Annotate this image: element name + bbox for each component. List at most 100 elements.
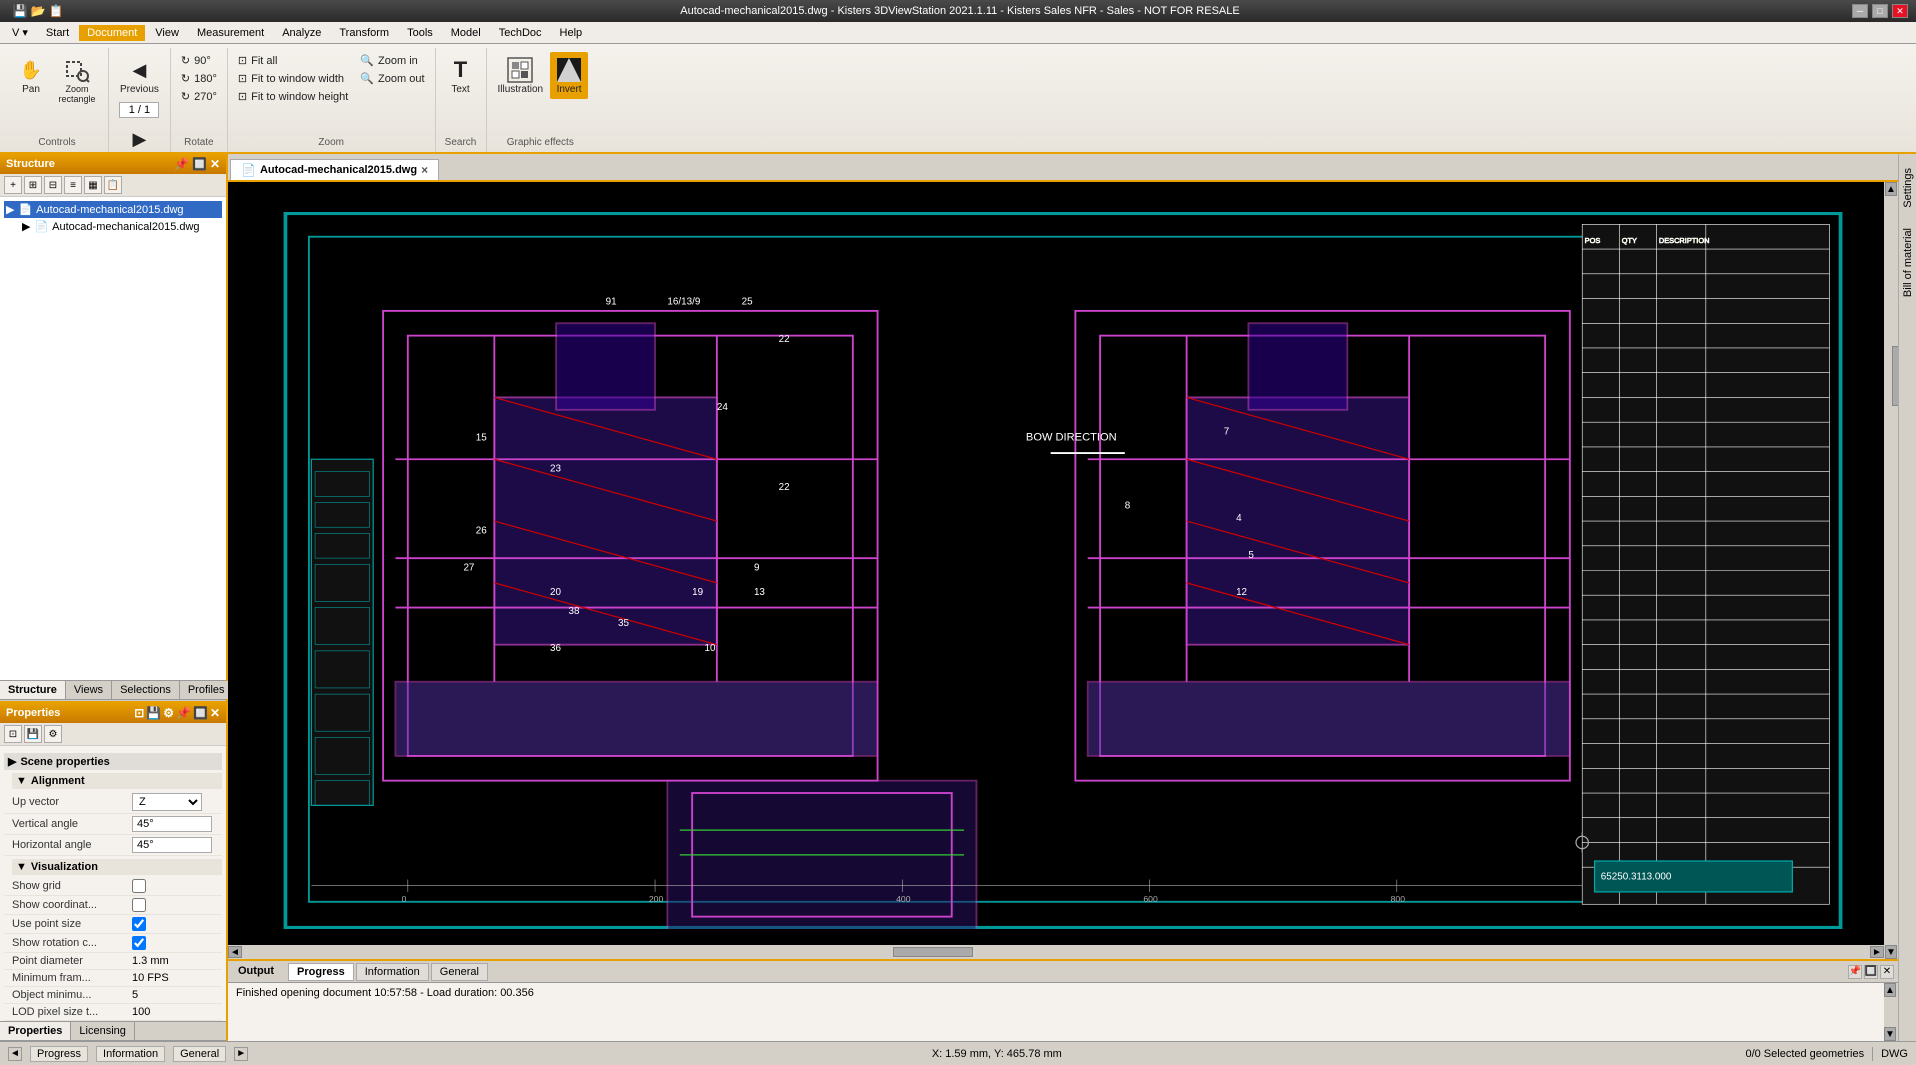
menu-item-start[interactable]: Start: [38, 25, 77, 41]
menu-item-model[interactable]: Model: [443, 25, 489, 41]
output-close-btn[interactable]: ✕: [1880, 965, 1894, 979]
prop-icon-3[interactable]: ⚙: [163, 706, 174, 720]
illustration-button[interactable]: Illustration: [493, 52, 549, 99]
structure-pin-icon[interactable]: 📌: [174, 157, 189, 171]
prop-tb-1[interactable]: ⊡: [4, 725, 22, 743]
tree-item-2[interactable]: ▶ 📄 Autocad-mechanical2015.dwg: [20, 218, 222, 235]
struct-tb-5[interactable]: ▦: [84, 176, 102, 194]
tab-properties[interactable]: Properties: [0, 1022, 71, 1040]
menu-item-transform[interactable]: Transform: [331, 25, 397, 41]
save-icon[interactable]: 💾: [12, 3, 28, 19]
rotate-180-button[interactable]: ↻ 180°: [177, 70, 221, 87]
pan-button[interactable]: ✋ Pan: [12, 52, 50, 99]
vscroll-down-btn[interactable]: ▼: [1885, 945, 1897, 959]
text-search-button[interactable]: T Text: [442, 52, 480, 99]
menu-item-v-▾[interactable]: V ▾: [4, 24, 36, 41]
doc-tab-main[interactable]: 📄 Autocad-mechanical2015.dwg ×: [230, 159, 439, 180]
menu-item-tools[interactable]: Tools: [399, 25, 441, 41]
show-rotation-row: Show rotation c...: [4, 934, 222, 953]
maximize-button[interactable]: □: [1872, 4, 1888, 18]
open-icon[interactable]: 📂: [30, 3, 46, 19]
tab-selections[interactable]: Selections: [112, 681, 180, 699]
right-panel-settings-tab[interactable]: Settings: [1900, 158, 1916, 218]
status-scroll-left[interactable]: ◄: [8, 1047, 22, 1061]
menu-item-view[interactable]: View: [147, 25, 187, 41]
fit-all-button[interactable]: ⊡ Fit all: [234, 52, 352, 69]
previous-button[interactable]: ◀ Previous: [115, 52, 164, 99]
zoom-out-button[interactable]: 🔍 Zoom out: [356, 70, 428, 87]
fit-window-width-button[interactable]: ⊡ Fit to window width: [234, 70, 352, 87]
prop-restore-icon[interactable]: 🔲: [193, 706, 208, 720]
prop-icon-1[interactable]: ⊡: [134, 706, 144, 720]
struct-tb-4[interactable]: ≡: [64, 176, 82, 194]
menu-item-document[interactable]: Document: [79, 25, 145, 41]
viewport-vscroll[interactable]: ▲ ▼: [1884, 182, 1898, 959]
tab-profiles[interactable]: Profiles: [180, 681, 234, 699]
output-restore-btn[interactable]: 🔲: [1864, 965, 1878, 979]
tree-item-1[interactable]: ▶ 📄 Autocad-mechanical2015.dwg: [4, 201, 222, 218]
output-tab-general[interactable]: General: [431, 963, 488, 981]
prop-pin-icon[interactable]: 📌: [176, 706, 191, 720]
doc-tab-close[interactable]: ×: [421, 163, 428, 177]
output-scroll-down[interactable]: ▼: [1884, 1027, 1896, 1041]
show-coord-checkbox[interactable]: [132, 898, 146, 912]
status-information-tab[interactable]: Information: [96, 1046, 165, 1062]
zoom-rectangle-button[interactable]: Zoom rectangle: [52, 52, 102, 108]
menu-item-analyze[interactable]: Analyze: [274, 25, 329, 41]
tab-structure[interactable]: Structure: [0, 681, 66, 699]
output-vscroll[interactable]: ▲ ▼: [1884, 983, 1898, 1041]
minimize-button[interactable]: ─: [1852, 4, 1868, 18]
status-selection: 0/0 Selected geometries: [1745, 1048, 1864, 1060]
prop-close-icon[interactable]: ✕: [210, 706, 220, 720]
menu-item-measurement[interactable]: Measurement: [189, 25, 272, 41]
hscroll-left-btn[interactable]: ◄: [228, 946, 242, 958]
scene-properties-header[interactable]: ▶ Scene properties: [4, 753, 222, 770]
menu-item-help[interactable]: Help: [552, 25, 591, 41]
use-point-checkbox[interactable]: [132, 917, 146, 931]
close-button[interactable]: ✕: [1892, 4, 1908, 18]
struct-tb-6[interactable]: 📋: [104, 176, 122, 194]
prop-icon-2[interactable]: 💾: [146, 706, 161, 720]
tree-expand-2[interactable]: ▶: [22, 220, 30, 233]
prop-tb-3[interactable]: ⚙: [44, 725, 62, 743]
horizontal-angle-input[interactable]: [132, 837, 212, 853]
right-panel-bom-tab[interactable]: Bill of material: [1900, 218, 1916, 307]
structure-restore-icon[interactable]: 🔲: [192, 157, 207, 171]
tree-expand-1[interactable]: ▶: [6, 203, 14, 216]
tab-views[interactable]: Views: [66, 681, 112, 699]
menu-item-techdoc[interactable]: TechDoc: [491, 25, 550, 41]
output-tab-progress[interactable]: Progress: [288, 963, 354, 981]
rotate-270-button[interactable]: ↻ 270°: [177, 88, 221, 105]
viewport[interactable]: POS QTY DESCRIPTION 91 16/13/9 25 22 24 …: [228, 182, 1898, 959]
show-grid-checkbox[interactable]: [132, 879, 146, 893]
status-scroll-right[interactable]: ►: [234, 1047, 248, 1061]
output-scroll-up[interactable]: ▲: [1884, 983, 1896, 997]
up-vector-select[interactable]: Z: [132, 793, 202, 811]
svg-text:0: 0: [402, 894, 407, 904]
struct-tb-2[interactable]: ⊞: [24, 176, 42, 194]
horizontal-angle-row: Horizontal angle: [4, 835, 222, 856]
hscroll-right-btn[interactable]: ►: [1870, 946, 1884, 958]
output-tab-information[interactable]: Information: [356, 963, 429, 981]
struct-tb-1[interactable]: +: [4, 176, 22, 194]
rotate-90-button[interactable]: ↻ 90°: [177, 52, 221, 69]
vscroll-up-btn[interactable]: ▲: [1885, 182, 1897, 196]
vertical-angle-input[interactable]: [132, 816, 212, 832]
show-rotation-checkbox[interactable]: [132, 936, 146, 950]
hscroll-thumb[interactable]: [893, 947, 973, 957]
zoom-in-button[interactable]: 🔍 Zoom in: [356, 52, 428, 69]
tab-licensing[interactable]: Licensing: [71, 1022, 134, 1040]
vscroll-thumb[interactable]: [1892, 346, 1898, 406]
invert-button[interactable]: Invert: [550, 52, 588, 99]
struct-tb-3[interactable]: ⊟: [44, 176, 62, 194]
status-general-tab[interactable]: General: [173, 1046, 226, 1062]
status-progress-tab[interactable]: Progress: [30, 1046, 88, 1062]
alignment-header[interactable]: ▼ Alignment: [12, 773, 222, 789]
structure-close-icon[interactable]: ✕: [210, 157, 220, 171]
new-icon[interactable]: 📋: [48, 3, 64, 19]
visualization-header[interactable]: ▼ Visualization: [12, 859, 222, 875]
prop-tb-2[interactable]: 💾: [24, 725, 42, 743]
viewport-hscroll[interactable]: ◄ ►: [228, 945, 1884, 959]
fit-window-height-button[interactable]: ⊡ Fit to window height: [234, 88, 352, 105]
output-pin-btn[interactable]: 📌: [1848, 965, 1862, 979]
